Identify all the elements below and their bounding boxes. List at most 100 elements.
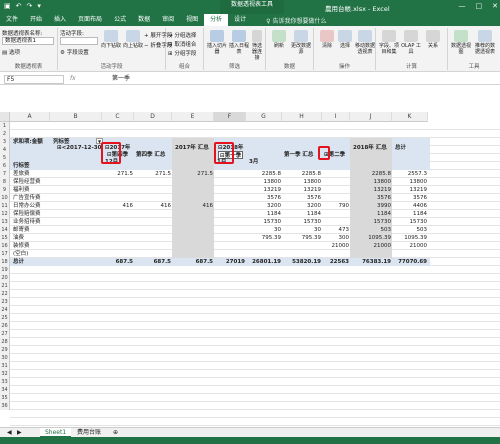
- value-cell[interactable]: 795.39: [246, 234, 282, 242]
- value-cell[interactable]: 1095.39: [392, 234, 428, 242]
- drill-down-button[interactable]: 向下钻取: [100, 30, 122, 49]
- row-header[interactable]: 33: [0, 378, 10, 386]
- row-header[interactable]: 26: [0, 322, 10, 330]
- row-header[interactable]: 8: [0, 178, 10, 186]
- value-cell[interactable]: [172, 210, 214, 218]
- value-cell[interactable]: [172, 186, 214, 194]
- close-icon[interactable]: ✕: [492, 2, 498, 10]
- value-cell[interactable]: [102, 226, 134, 234]
- value-cell[interactable]: [214, 218, 246, 226]
- row-header[interactable]: 14: [0, 226, 10, 234]
- row-label[interactable]: 业务招待费: [12, 218, 42, 226]
- row-header[interactable]: 32: [0, 370, 10, 378]
- value-cell[interactable]: 13219: [392, 186, 428, 194]
- tab-data[interactable]: 数据: [132, 14, 156, 26]
- active-field-input[interactable]: [60, 37, 98, 45]
- column-header[interactable]: A: [10, 112, 50, 122]
- value-cell[interactable]: [350, 250, 392, 258]
- row-header[interactable]: 1: [0, 122, 10, 130]
- value-cell[interactable]: 473: [322, 226, 350, 234]
- column-header[interactable]: F: [214, 112, 246, 122]
- value-cell[interactable]: 53820.19: [282, 258, 322, 266]
- value-cell[interactable]: [214, 202, 246, 210]
- value-cell[interactable]: [134, 178, 172, 186]
- row-label[interactable]: 保险赔偿费: [12, 210, 42, 218]
- column-header[interactable]: B: [50, 112, 102, 122]
- save-icon[interactable]: ▣: [4, 2, 11, 10]
- value-cell[interactable]: [282, 250, 322, 258]
- group-selection-button[interactable]: → 分组选择: [168, 31, 196, 39]
- row-header[interactable]: 18: [0, 258, 10, 266]
- value-cell[interactable]: [282, 242, 322, 250]
- change-source-button[interactable]: 更改数据源: [290, 30, 312, 55]
- row-label[interactable]: 广告宣传费: [12, 194, 42, 202]
- maximize-icon[interactable]: □: [476, 2, 483, 10]
- value-cell[interactable]: [134, 226, 172, 234]
- select-all-corner[interactable]: [0, 112, 10, 122]
- row-header[interactable]: 16: [0, 242, 10, 250]
- value-cell[interactable]: [246, 242, 282, 250]
- value-cell[interactable]: [214, 170, 246, 178]
- olap-tools-button[interactable]: OLAP 工具: [400, 30, 422, 55]
- value-cell[interactable]: [214, 250, 246, 258]
- value-cell[interactable]: [102, 210, 134, 218]
- options-button[interactable]: ▤ 选项: [2, 48, 20, 56]
- tab-view[interactable]: 视图: [180, 14, 204, 26]
- row-header[interactable]: 25: [0, 314, 10, 322]
- ungroup-button[interactable]: ⊟ 取消组合: [168, 40, 196, 48]
- value-cell[interactable]: [134, 218, 172, 226]
- row-label[interactable]: 油费: [12, 234, 25, 242]
- value-cell[interactable]: [102, 186, 134, 194]
- value-cell[interactable]: 13219: [282, 186, 322, 194]
- value-cell[interactable]: [102, 234, 134, 242]
- value-cell[interactable]: 26801.19: [246, 258, 282, 266]
- value-cell[interactable]: [134, 186, 172, 194]
- value-cell[interactable]: 687.5: [172, 258, 214, 266]
- tab-page-layout[interactable]: 页面布局: [72, 14, 108, 26]
- value-cell[interactable]: 15730: [350, 218, 392, 226]
- row-header[interactable]: 2: [0, 130, 10, 138]
- column-header[interactable]: J: [350, 112, 392, 122]
- drill-up-button[interactable]: 向上钻取: [122, 30, 144, 49]
- insert-slicer-button[interactable]: 插入切片器: [206, 30, 228, 55]
- tab-insert[interactable]: 插入: [48, 14, 72, 26]
- row-label[interactable]: 日常办公费: [12, 202, 42, 210]
- recommended-pivot-button[interactable]: 推荐的数据透视表: [474, 30, 496, 55]
- value-cell[interactable]: 77070.69: [392, 258, 428, 266]
- row-header[interactable]: 4: [0, 146, 10, 154]
- value-cell[interactable]: [322, 194, 350, 202]
- value-cell[interactable]: [246, 250, 282, 258]
- value-cell[interactable]: 3200: [282, 202, 322, 210]
- tab-file[interactable]: 文件: [0, 14, 24, 26]
- value-cell[interactable]: [102, 250, 134, 258]
- value-cell[interactable]: [322, 250, 350, 258]
- row-header[interactable]: 15: [0, 234, 10, 242]
- value-cell[interactable]: 30: [246, 226, 282, 234]
- value-cell[interactable]: 3576: [392, 194, 428, 202]
- value-cell[interactable]: [322, 170, 350, 178]
- value-cell[interactable]: [172, 250, 214, 258]
- row-header[interactable]: 24: [0, 306, 10, 314]
- value-cell[interactable]: [214, 210, 246, 218]
- minimize-icon[interactable]: —: [459, 2, 466, 10]
- value-cell[interactable]: 21000: [350, 242, 392, 250]
- row-header[interactable]: 9: [0, 186, 10, 194]
- row-label[interactable]: 差旅费: [12, 170, 31, 178]
- row-label[interactable]: (空白): [12, 250, 29, 258]
- pivot-chart-button[interactable]: 数据透视图: [450, 30, 472, 55]
- row-label[interactable]: 邮寄费: [12, 226, 31, 234]
- value-cell[interactable]: [214, 234, 246, 242]
- value-cell[interactable]: 15730: [246, 218, 282, 226]
- value-cell[interactable]: 687.5: [102, 258, 134, 266]
- value-cell[interactable]: 1184: [392, 210, 428, 218]
- row-header[interactable]: 31: [0, 362, 10, 370]
- value-cell[interactable]: 13219: [350, 186, 392, 194]
- move-pivot-button[interactable]: 移动数据透视表: [354, 30, 376, 55]
- column-header[interactable]: G: [246, 112, 282, 122]
- value-cell[interactable]: [322, 218, 350, 226]
- value-cell[interactable]: [134, 250, 172, 258]
- row-header[interactable]: 36: [0, 402, 10, 410]
- row-header[interactable]: 13: [0, 218, 10, 226]
- name-box[interactable]: F5: [4, 75, 64, 84]
- value-cell[interactable]: 21000: [322, 242, 350, 250]
